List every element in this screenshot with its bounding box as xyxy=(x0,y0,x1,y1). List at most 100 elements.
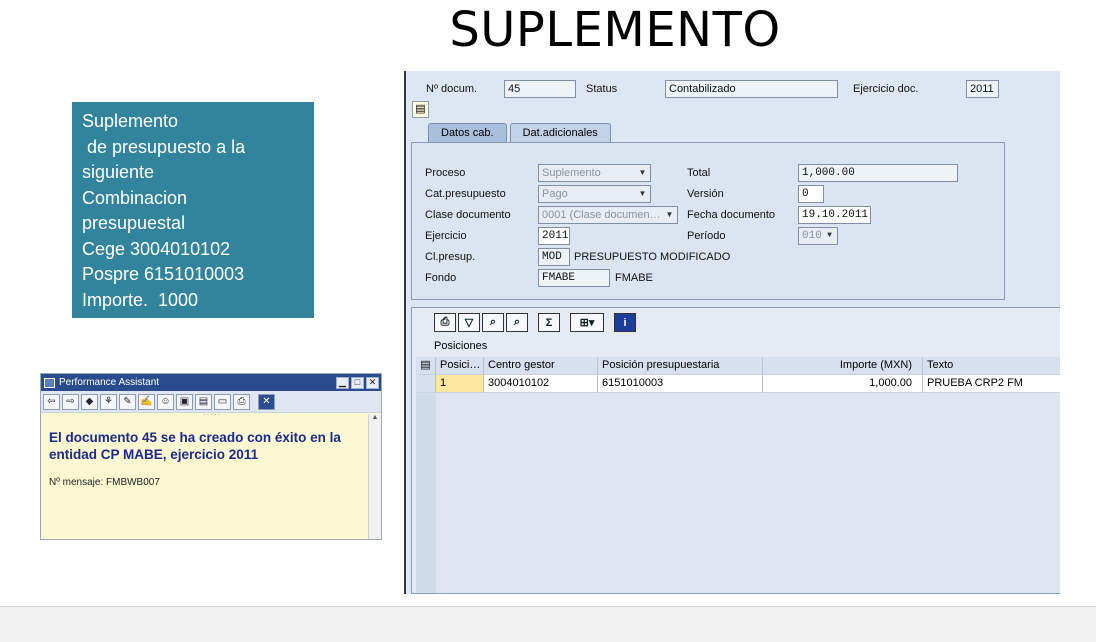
pa-titlebar: Performance Assistant ▁ □ ✕ xyxy=(41,374,381,391)
fecha-documento-field[interactable]: 19.10.2011 xyxy=(798,206,871,224)
total-field[interactable]: 1,000.00 xyxy=(798,164,958,182)
fiscal-year-field[interactable]: 2011 xyxy=(966,80,999,98)
periodo-value: 010 xyxy=(802,230,822,242)
column-header[interactable]: Centro gestor xyxy=(484,357,598,375)
scroll-up-icon[interactable]: ▲ xyxy=(369,414,381,426)
close-window-button[interactable]: ✕ xyxy=(366,376,379,389)
cl-presup-text: PRESUPUESTO MODIFICADO xyxy=(574,251,731,263)
sap-document-window: Nº docum. 45 Status Contabilizado Ejerci… xyxy=(404,71,1060,594)
proceso-select[interactable]: Suplemento ▼ xyxy=(538,164,651,182)
edit-icon[interactable]: ✎ xyxy=(119,393,136,410)
tab-dat-adicionales[interactable]: Dat.adicionales xyxy=(509,123,611,142)
filter-icon[interactable]: ▽ xyxy=(458,313,480,332)
minimize-button[interactable]: ▁ xyxy=(336,376,349,389)
doc-number-field[interactable]: 45 xyxy=(504,80,576,98)
positions-title: Posiciones xyxy=(434,340,488,352)
proceso-label: Proceso xyxy=(425,167,466,179)
print-icon[interactable]: ⎙ xyxy=(434,313,456,332)
window-icon xyxy=(44,377,55,388)
note-box: Suplemento de presupuesto a la siguiente… xyxy=(72,102,314,318)
notepad-icon[interactable]: ▤ xyxy=(195,393,212,410)
forward-arrow-icon[interactable]: ⇨ xyxy=(62,393,79,410)
table-cell[interactable]: 6151010003 xyxy=(598,375,763,393)
pa-message-code: Nº mensaje: FMBWB007 xyxy=(49,477,160,488)
fondo-label: Fondo xyxy=(425,272,457,284)
note-line: Pospre 6151010003 xyxy=(82,264,245,284)
ejercicio-field[interactable]: 2011 xyxy=(538,227,570,245)
column-header[interactable]: Importe (MXN) xyxy=(763,357,923,375)
technical-info-icon[interactable]: ◆ xyxy=(81,393,98,410)
table-cell[interactable]: 3004010102 xyxy=(484,375,598,393)
positions-table: ▤ Posici… Centro gestor Posición presupu… xyxy=(416,357,1060,393)
fiscal-year-label: Ejercicio doc. xyxy=(853,83,919,95)
chevron-down-icon[interactable]: ▼ xyxy=(637,167,648,179)
grid-empty-area xyxy=(416,393,1060,593)
note-line: de presupuesto a la xyxy=(82,136,246,157)
find-next-icon[interactable]: ⌕ xyxy=(506,313,528,332)
ejercicio-label: Ejercicio xyxy=(425,230,467,242)
pa-body: El documento 45 se ha creado con éxito e… xyxy=(49,429,369,488)
periodo-label: Período xyxy=(687,230,726,242)
row-selector[interactable] xyxy=(416,375,436,393)
positions-grid-container: ⎙ ▽ ⌕ ⌕ Σ ⊞▾ i Posiciones ▤ Posici… Cent… xyxy=(411,307,1060,594)
chevron-down-icon[interactable]: ▼ xyxy=(664,209,675,221)
status-label: Status xyxy=(586,83,618,95)
select-all-icon[interactable]: ▤ xyxy=(416,357,436,375)
cat-presupuesto-select[interactable]: Pago ▼ xyxy=(538,185,651,203)
fondo-field[interactable]: FMABE xyxy=(538,269,610,287)
table-row[interactable]: 1 3004010102 6151010003 1,000.00 PRUEBA … xyxy=(416,375,1060,393)
info-icon[interactable]: i xyxy=(614,313,636,332)
chevron-down-icon[interactable]: ▼ xyxy=(824,230,835,242)
folder-icon[interactable]: ▤ xyxy=(412,101,429,118)
person-icon[interactable]: ☺ xyxy=(157,393,174,410)
pa-scrollbar[interactable]: ▲ xyxy=(368,414,381,539)
fecha-documento-label: Fecha documento xyxy=(687,209,776,221)
chevron-down-icon[interactable]: ▼ xyxy=(637,188,648,200)
performance-assistant-window: Performance Assistant ▁ □ ✕ ⇦ ⇨ ◆ ⚘ ✎ ✍ … xyxy=(40,373,382,540)
cl-presup-label: Cl.presup. xyxy=(425,251,476,263)
note-line: Combinacion xyxy=(82,187,188,208)
row-selector-column xyxy=(416,393,436,593)
header-data-panel: Proceso Suplemento ▼ Cat.presupuesto Pago… xyxy=(411,142,1005,300)
version-field[interactable]: 0 xyxy=(798,185,824,203)
version-label: Versión xyxy=(687,188,724,200)
find-icon[interactable]: ⌕ xyxy=(482,313,504,332)
tab-strip: Datos cab. Dat.adicionales xyxy=(428,123,614,142)
note-line: Importe. 1000 xyxy=(82,289,199,310)
table-cell[interactable]: 1,000.00 xyxy=(763,375,923,393)
column-header[interactable]: Posición presupuestaria xyxy=(598,357,763,375)
status-field[interactable]: Contabilizado xyxy=(665,80,838,98)
proceso-value: Suplemento xyxy=(542,167,601,179)
clase-documento-label: Clase documento xyxy=(425,209,511,221)
pa-message: El documento 45 se ha creado con éxito e… xyxy=(49,430,341,462)
tree-icon[interactable]: ⚘ xyxy=(100,393,117,410)
total-label: Total xyxy=(687,167,711,179)
layout-icon[interactable]: ⊞▾ xyxy=(570,313,604,332)
book-icon[interactable]: ▣ xyxy=(176,393,193,410)
clase-documento-select[interactable]: 0001 (Clase documen… ▼ xyxy=(538,206,678,224)
column-header[interactable]: Posici… xyxy=(436,357,484,375)
periodo-select[interactable]: 010 ▼ xyxy=(798,227,838,245)
print-preview-icon[interactable]: ▭ xyxy=(214,393,231,410)
close-icon[interactable]: ✕ xyxy=(258,393,275,410)
table-cell[interactable]: 1 xyxy=(436,375,484,393)
tab-datos-cab[interactable]: Datos cab. xyxy=(428,123,507,142)
fondo-text: FMABE xyxy=(615,272,653,284)
cat-presupuesto-value: Pago xyxy=(542,188,568,200)
grid-toolbar: ⎙ ▽ ⌕ ⌕ Σ ⊞▾ i xyxy=(434,313,636,332)
back-arrow-icon[interactable]: ⇦ xyxy=(43,393,60,410)
footer-bar xyxy=(0,606,1096,642)
table-cell[interactable]: PRUEBA CRP2 FM xyxy=(923,375,1060,393)
cl-presup-field[interactable]: MOD xyxy=(538,248,570,266)
maximize-button[interactable]: □ xyxy=(351,376,364,389)
pa-title: Performance Assistant xyxy=(59,377,160,388)
clase-documento-value: 0001 (Clase documen… xyxy=(542,209,661,221)
sum-icon[interactable]: Σ xyxy=(538,313,560,332)
print-icon[interactable]: ⎙ xyxy=(233,393,250,410)
note-line: Cege 3004010102 xyxy=(82,238,231,259)
table-header-row: ▤ Posici… Centro gestor Posición presupu… xyxy=(416,357,1060,375)
splitter-dots[interactable]: ····· xyxy=(203,410,221,419)
note-icon[interactable]: ✍ xyxy=(138,393,155,410)
note-line: Suplemento xyxy=(82,111,179,131)
column-header[interactable]: Texto xyxy=(923,357,1060,375)
